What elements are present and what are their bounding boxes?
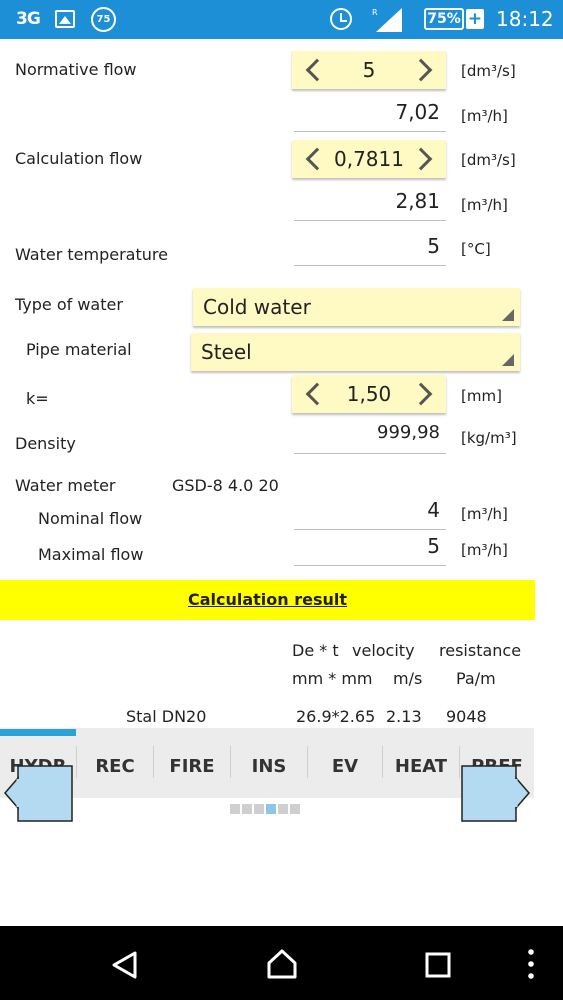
nominal-flow-unit: [m³/h] — [461, 505, 508, 523]
density-label: Density — [15, 434, 76, 453]
next-page-arrow-icon[interactable] — [460, 765, 532, 823]
result-row-de-t: 26.9*2.65 — [296, 707, 376, 726]
result-row-resistance: 9048 — [446, 707, 487, 726]
home-icon[interactable] — [266, 948, 298, 980]
type-of-water-selected: Cold water — [203, 295, 311, 319]
water-meter-model[interactable]: GSD-8 4.0 20 — [172, 476, 279, 495]
maximal-flow-unit: [m³/h] — [461, 541, 508, 559]
calculation-flow-value[interactable]: 0,7811 — [332, 140, 406, 178]
result-header-resistance: resistance — [439, 641, 522, 660]
normative-flow-decrement-button[interactable] — [300, 51, 330, 89]
result-header-velocity: velocity — [352, 641, 415, 660]
normative-flow-m3h-field[interactable]: 7,02 — [294, 100, 446, 132]
maximal-flow-label: Maximal flow — [38, 545, 144, 564]
recent-apps-icon[interactable] — [425, 952, 451, 978]
alarm-icon — [330, 8, 352, 30]
clock: 18:12 — [496, 7, 554, 31]
table-row: Stal DN20 26.9*2.65 2.13 9048 — [0, 700, 535, 728]
normative-flow-increment-button[interactable] — [408, 51, 438, 89]
water-temperature-field[interactable]: 5 — [294, 234, 446, 266]
battery-icon: 75% — [424, 8, 464, 30]
notification-badge: 75 — [91, 7, 116, 32]
normative-flow-m3h-unit: [m³/h] — [461, 107, 508, 125]
signal-icon: R — [372, 8, 402, 32]
roughness-decrement-button[interactable] — [300, 375, 330, 413]
dropdown-triangle-icon — [502, 309, 514, 321]
nominal-flow-field[interactable]: 4 — [294, 498, 446, 530]
page-dot-active — [266, 804, 276, 814]
calculation-flow-increment-button[interactable] — [408, 140, 438, 178]
water-temperature-label: Water temperature — [15, 245, 168, 264]
water-temperature-unit: [°C] — [461, 240, 491, 258]
page-dot — [290, 804, 300, 814]
normative-flow-value[interactable]: 5 — [332, 51, 406, 89]
roughness-unit: [mm] — [461, 387, 502, 405]
maximal-flow-field[interactable]: 5 — [294, 534, 446, 566]
tab-heat[interactable]: HEAT — [383, 736, 459, 796]
result-row-velocity: 2.13 — [386, 707, 422, 726]
type-of-water-select[interactable]: Cold water — [193, 288, 520, 326]
previous-page-arrow-icon[interactable] — [3, 765, 75, 823]
image-icon — [55, 10, 75, 28]
calculation-result-header[interactable]: Calculation result — [0, 580, 535, 620]
result-header-de-t: De * t — [292, 641, 339, 660]
active-tab-indicator — [0, 729, 76, 736]
charging-icon: + — [466, 9, 484, 29]
density-unit: [kg/m³] — [461, 429, 517, 447]
result-unit-velocity: m/s — [393, 669, 423, 688]
page-dot — [230, 804, 240, 814]
result-unit-de-t: mm * mm — [292, 669, 373, 688]
pipe-material-selected: Steel — [201, 340, 252, 364]
roughness-increment-button[interactable] — [408, 375, 438, 413]
roughness-label: k= — [26, 389, 49, 408]
page-dot — [242, 804, 252, 814]
back-icon[interactable] — [110, 950, 140, 980]
normative-flow-spinner: 5 — [292, 51, 446, 89]
system-navigation-bar — [0, 926, 563, 1000]
page-dot — [254, 804, 264, 814]
tab-rec[interactable]: REC — [77, 736, 153, 796]
roughness-spinner: 1,50 — [292, 375, 446, 413]
normative-flow-label: Normative flow — [15, 60, 137, 79]
tab-ev[interactable]: EV — [308, 736, 382, 796]
roughness-value[interactable]: 1,50 — [332, 375, 406, 413]
dropdown-triangle-icon — [502, 354, 514, 366]
tab-fire[interactable]: FIRE — [154, 736, 230, 796]
page-dot — [278, 804, 288, 814]
status-bar: 3G 75 R 75% + 18:12 — [0, 0, 563, 39]
density-field[interactable]: 999,98 — [294, 422, 446, 454]
water-meter-label: Water meter — [15, 476, 116, 495]
calculation-flow-unit: [dm³/s] — [461, 151, 516, 169]
calculation-flow-spinner: 0,7811 — [292, 140, 446, 178]
calculation-flow-m3h-unit: [m³/h] — [461, 196, 508, 214]
page-indicator — [230, 804, 300, 814]
result-row-name: Stal DN20 — [126, 707, 207, 726]
pipe-material-select[interactable]: Steel — [191, 333, 520, 371]
tab-ins[interactable]: INS — [231, 736, 307, 796]
pipe-material-label: Pipe material — [26, 340, 132, 359]
result-unit-resistance: Pa/m — [456, 669, 496, 688]
more-options-icon[interactable] — [526, 948, 536, 980]
type-of-water-label: Type of water — [15, 295, 123, 314]
roaming-indicator: R — [372, 8, 378, 17]
network-type: 3G — [16, 9, 41, 29]
calculation-flow-decrement-button[interactable] — [300, 140, 330, 178]
nominal-flow-label: Nominal flow — [38, 509, 143, 528]
normative-flow-unit: [dm³/s] — [461, 62, 516, 80]
calculation-flow-m3h-field[interactable]: 2,81 — [294, 189, 446, 221]
calculation-flow-label: Calculation flow — [15, 149, 143, 168]
